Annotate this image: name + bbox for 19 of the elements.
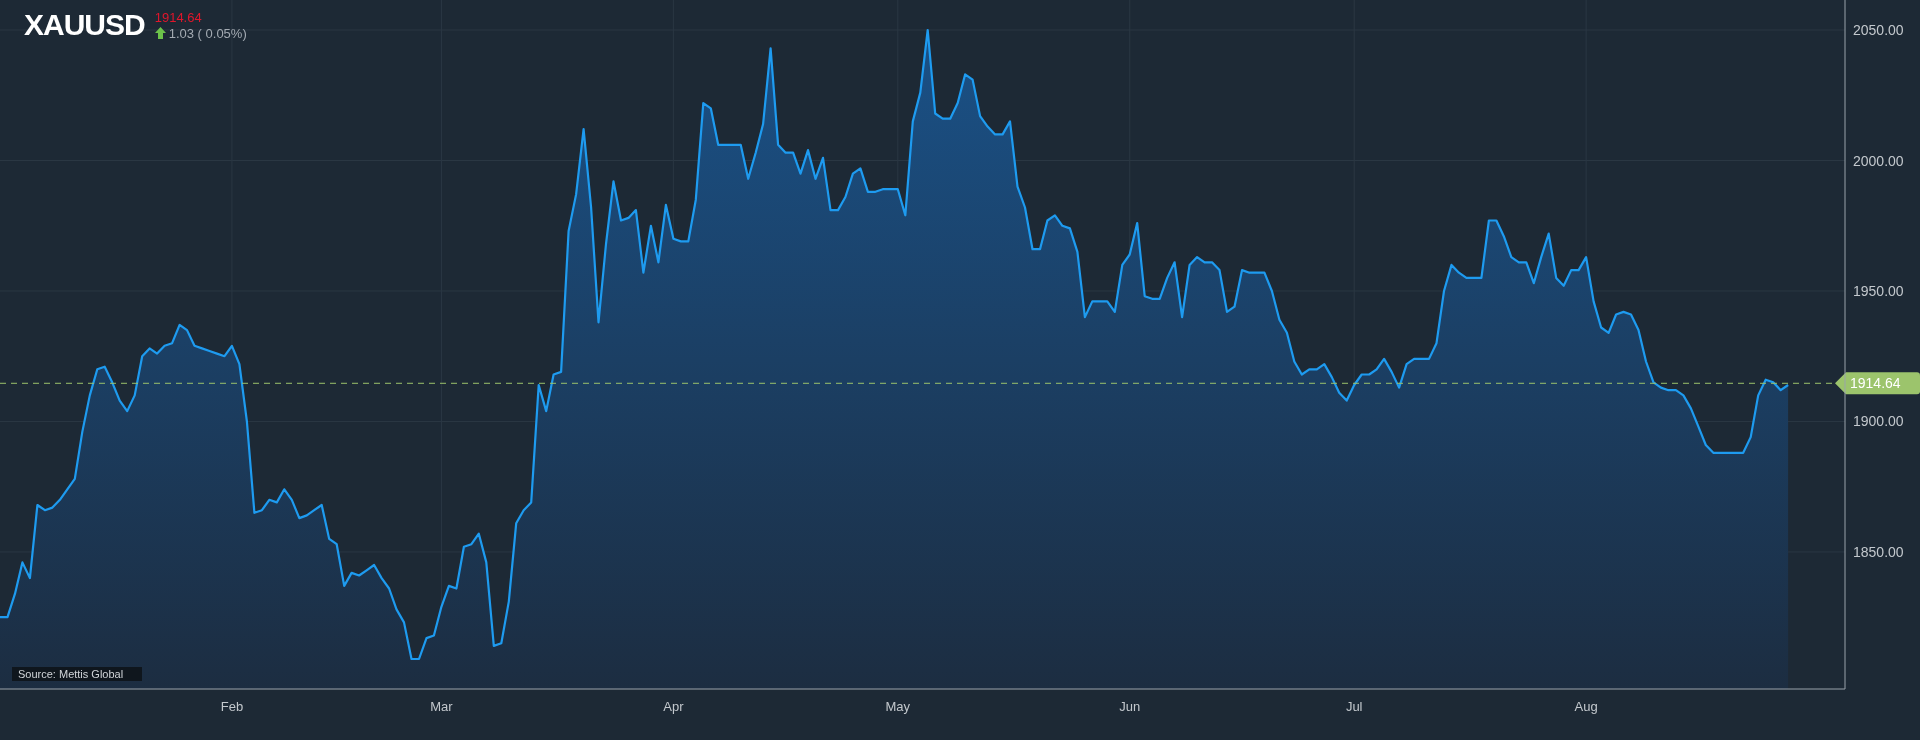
x-axis-label: Mar xyxy=(430,699,453,714)
ref-line-label: 1914.64 xyxy=(1850,375,1901,392)
x-axis-label: Feb xyxy=(220,699,244,714)
source-label: Source: Mettis Global xyxy=(12,667,142,681)
y-axis-label: 1900.00 xyxy=(1853,413,1904,430)
current-price: 1914.64 xyxy=(154,9,203,25)
price-change: 1.03 ( 0.05%) xyxy=(168,25,247,41)
symbol-title: XAUUSD xyxy=(24,8,145,42)
y-axis-label: 2000.00 xyxy=(1853,152,1904,169)
y-axis-label: 1950.00 xyxy=(1853,283,1904,299)
x-axis-label: Apr xyxy=(663,699,684,714)
y-axis-label: 2050.00 xyxy=(1853,22,1904,38)
x-axis-label: Jun xyxy=(1119,699,1141,714)
y-axis-label: 1850.00 xyxy=(1853,544,1904,560)
x-axis-label: Jul xyxy=(1345,699,1363,714)
x-axis-label: May xyxy=(885,699,911,714)
x-axis-label: Aug xyxy=(1574,699,1598,714)
up-arrow-icon xyxy=(154,27,166,39)
price-tag: 1914.64 xyxy=(1835,372,1920,395)
